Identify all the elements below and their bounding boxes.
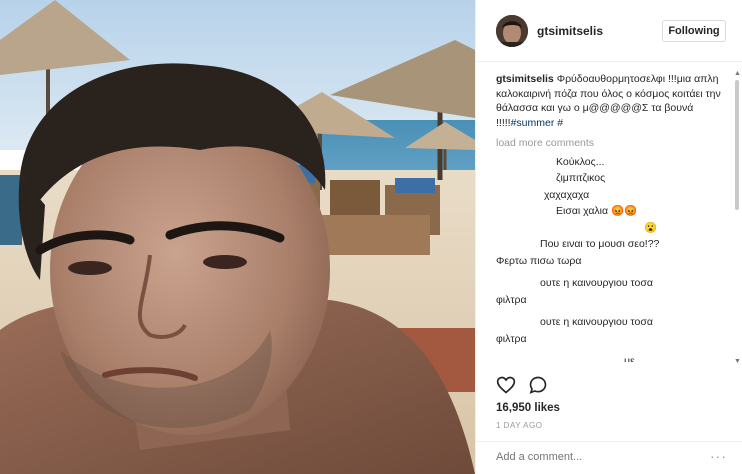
username-link[interactable]: gtsimitselis (537, 24, 603, 38)
comment-text: φιλτρα (496, 332, 527, 345)
comment-item: χαχαχαχα (496, 188, 726, 203)
post-photo[interactable] (0, 0, 475, 474)
speech-bubble-icon[interactable] (528, 375, 548, 395)
comment-text: χαχαχαχα (544, 188, 590, 201)
comment-text: Που ειναι το μουσι σεο!?? (540, 238, 660, 250)
comment-item: με (496, 354, 726, 362)
post-details-panel: gtsimitselis Following gtsimitselis Φρύδ… (475, 0, 742, 474)
load-more-comments-link[interactable]: load more comments (496, 136, 726, 151)
comment-item: Φερτω πισω τωρα (496, 254, 726, 269)
more-options-icon[interactable]: ··· (710, 448, 727, 464)
comment-item: Που ειναι το μουσι σεο!?? (496, 237, 726, 252)
comment-item: Εισαι χαλια 😡😡 (496, 204, 726, 219)
post-header: gtsimitselis Following (476, 0, 742, 62)
scroll-up-arrow-icon[interactable]: ▲ (734, 70, 741, 77)
caption-username[interactable]: gtsimitselis (496, 73, 554, 85)
likes-count[interactable]: 16,950 likes (496, 402, 560, 414)
comment-text: Εισαι χαλια 😡😡 (556, 205, 638, 217)
comment-text: ουτε η καινουργιου τοσα (540, 277, 653, 289)
comment-item: φιλτρα (496, 293, 726, 308)
comment-text: φιλτρα (496, 293, 527, 306)
add-comment-bar: ··· (476, 441, 742, 474)
add-comment-input[interactable] (496, 451, 696, 463)
comment-item: 😮 (496, 221, 726, 236)
comment-item: ουτε η καινουργιου τοσα (496, 276, 726, 291)
avatar[interactable] (496, 15, 528, 47)
comment-text: ζιμπιτζικος (556, 172, 606, 184)
comment-text: ουτε η καινουργιου τοσα (540, 316, 653, 328)
comment-text: με (624, 355, 635, 362)
scrollbar-thumb[interactable] (735, 80, 739, 210)
comments-list: gtsimitselis Φρύδοαυθορμητοσελφι !!!μια … (496, 72, 726, 362)
caption: gtsimitselis Φρύδοαυθορμητοσελφι !!!μια … (496, 72, 726, 130)
comment-item: φιλτρα (496, 332, 726, 347)
avatar-image (496, 15, 528, 47)
post-date[interactable]: 1 DAY AGO (496, 421, 542, 430)
heart-icon[interactable] (496, 375, 516, 395)
comment-item: ουτε η καινουργιου τοσα (496, 315, 726, 330)
scroll-down-arrow-icon[interactable]: ▼ (734, 358, 741, 365)
following-button[interactable]: Following (662, 20, 726, 42)
comment-item: Κούκλος... (496, 155, 726, 170)
comment-text: Κούκλος... (556, 155, 605, 168)
comments-scrollbar[interactable]: ▲ ▼ (734, 70, 741, 365)
beach-selfie-image (0, 0, 475, 474)
comment-item: ζιμπιτζικος (496, 171, 726, 186)
caption-hashtag[interactable]: #summer # (511, 117, 564, 129)
comment-text: 😮 (644, 221, 658, 234)
comment-text: Φερτω πισω τωρα (496, 254, 582, 267)
